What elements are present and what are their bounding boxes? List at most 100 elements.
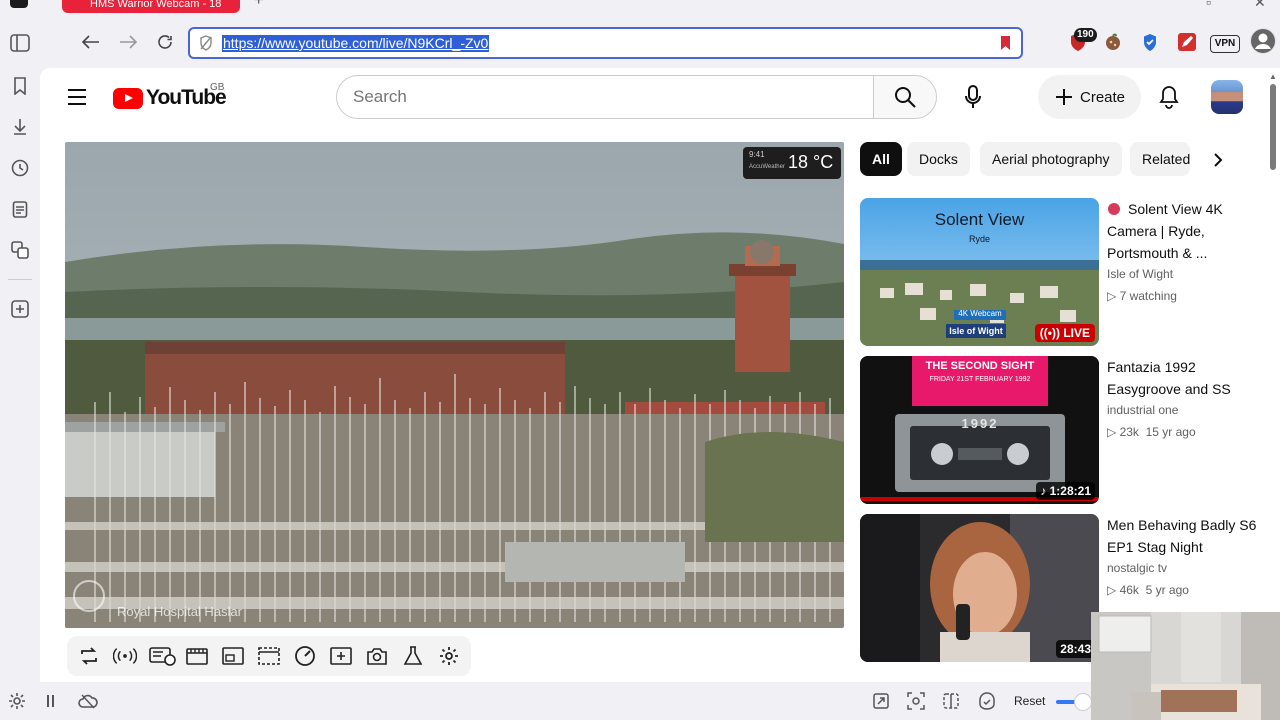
channel-name[interactable]: nostalgic tv xyxy=(1107,561,1267,575)
voice-search-button[interactable] xyxy=(951,75,995,119)
extension-badge: 190 xyxy=(1074,28,1097,42)
weather-temperature: 18 °C xyxy=(788,152,834,172)
cookie-extension-icon[interactable] xyxy=(1102,31,1124,53)
vpn-button[interactable]: VPN xyxy=(1210,35,1240,53)
youtube-logo[interactable]: YouTube xyxy=(113,85,227,111)
expand-icon[interactable] xyxy=(871,691,891,711)
weather-time: 9:41 xyxy=(749,150,765,159)
thumb-tag: 4K Webcam xyxy=(958,309,1002,318)
bookmarks-icon[interactable] xyxy=(8,74,32,98)
film-strip-icon[interactable] xyxy=(185,644,209,668)
youtube-page: YouTube GB Create ▲ xyxy=(40,68,1280,682)
tab-strip: HMS Warrior Webcam - 18 + ▫ ✕ xyxy=(0,0,1280,14)
create-label: Create xyxy=(1080,88,1126,106)
create-button[interactable]: Create xyxy=(1038,75,1141,119)
video-thumbnail[interactable]: 28:43 xyxy=(860,514,1099,662)
picture-in-picture-icon[interactable] xyxy=(221,644,245,668)
bookmark-page-icon[interactable] xyxy=(1000,35,1011,56)
page-scrollbar[interactable] xyxy=(1270,84,1276,170)
video-thumbnail[interactable]: THE SECOND SIGHT FRIDAY 21ST FEBRUARY 19… xyxy=(860,356,1099,504)
sidebar-divider xyxy=(8,279,32,280)
sidebar-toggle-icon[interactable] xyxy=(8,31,32,55)
menu-icon[interactable] xyxy=(66,88,88,108)
add-frame-icon[interactable] xyxy=(329,644,353,668)
video-title[interactable]: Fantazia 1992 Easygroove and SS xyxy=(1107,356,1267,400)
duration-badge: ♪ 1:28:21 xyxy=(1036,482,1095,500)
notifications-icon[interactable] xyxy=(1157,83,1181,111)
live-signal-icon: ((•)) xyxy=(1039,326,1064,340)
chevron-right-icon[interactable] xyxy=(1204,148,1232,172)
translate-icon[interactable] xyxy=(8,238,32,262)
search-button[interactable] xyxy=(873,75,937,119)
record-screen-icon[interactable] xyxy=(149,644,177,668)
playback-speed-icon[interactable] xyxy=(293,644,317,668)
thumb-line-2: FRIDAY 21ST FEBRUARY 1992 xyxy=(929,376,1031,383)
url-text[interactable]: https://www.youtube.com/live/N9KCrl_-Zv0 xyxy=(222,35,490,52)
video-title[interactable]: Men Behaving Badly S6 EP1 Stag Night xyxy=(1107,514,1267,558)
chip-docks[interactable]: Docks xyxy=(907,142,970,176)
settings-gear-icon[interactable] xyxy=(437,644,461,668)
video-tools-bar xyxy=(67,636,471,676)
thumb-tape-label: 1992 xyxy=(961,416,999,431)
chip-aerial-photography[interactable]: Aerial photography xyxy=(980,142,1122,176)
scroll-up-icon[interactable]: ▲ xyxy=(1269,72,1277,81)
account-avatar[interactable] xyxy=(1211,80,1243,114)
live-video-player[interactable]: 9:41 AccuWeather 18 °C Royal Hospital Ha… xyxy=(65,142,844,628)
crop-frame-icon[interactable] xyxy=(257,644,281,668)
panel-toggle-icon[interactable] xyxy=(43,691,63,711)
thumb-logo: Isle of Wight xyxy=(949,326,1003,336)
search-input[interactable] xyxy=(336,75,874,119)
profile-icon[interactable] xyxy=(1250,28,1276,54)
active-tab[interactable]: HMS Warrior Webcam - 18 xyxy=(62,0,240,13)
browser-sidebar xyxy=(0,14,40,720)
restore-window-icon[interactable]: ▫ xyxy=(1206,0,1211,10)
back-icon[interactable] xyxy=(80,30,102,54)
live-indicator-icon xyxy=(1108,203,1120,215)
new-tab-icon[interactable]: + xyxy=(254,0,263,10)
video-title[interactable]: Solent View 4K Camera | Ryde, Portsmouth… xyxy=(1107,198,1267,264)
address-bar[interactable]: https://www.youtube.com/live/N9KCrl_-Zv0 xyxy=(188,27,1023,59)
site-info-icon[interactable] xyxy=(199,35,213,56)
page-actions-icon[interactable] xyxy=(977,691,997,711)
video-meta: ▷ 23k 15 yr ago xyxy=(1107,425,1196,439)
add-panel-icon[interactable] xyxy=(8,297,32,321)
browser-toolbar: https://www.youtube.com/live/N9KCrl_-Zv0… xyxy=(40,14,1280,68)
video-thumbnail[interactable]: Solent View Ryde 4K Webcam Isle of Wight… xyxy=(860,198,1099,346)
screenshot-camera-icon[interactable] xyxy=(365,644,389,668)
plus-icon xyxy=(1056,89,1072,105)
cloud-sync-icon[interactable] xyxy=(78,691,98,711)
play-icon: ▷ xyxy=(1107,289,1120,303)
webcam-harbour-scene xyxy=(65,142,844,628)
recommendation-item[interactable]: THE SECOND SIGHT FRIDAY 21ST FEBRUARY 19… xyxy=(860,356,1280,506)
thumb-title: Solent View xyxy=(934,210,1025,229)
search-icon xyxy=(895,87,916,108)
settings-icon[interactable] xyxy=(7,691,27,711)
tile-layout-icon[interactable] xyxy=(941,691,961,711)
thumb-subtitle: Ryde xyxy=(968,234,990,244)
webcam-preview[interactable] xyxy=(1091,612,1280,720)
weather-brand: AccuWeather xyxy=(749,164,785,170)
shield-extension-icon[interactable] xyxy=(1139,31,1161,53)
chip-all[interactable]: All xyxy=(860,142,902,176)
forward-icon[interactable] xyxy=(117,30,139,54)
reload-icon[interactable] xyxy=(154,30,176,54)
pen-extension-icon[interactable] xyxy=(1176,31,1198,53)
close-window-icon[interactable]: ✕ xyxy=(1254,0,1266,11)
channel-name[interactable]: industrial one xyxy=(1107,403,1267,417)
chip-related[interactable]: Related xyxy=(1130,142,1190,176)
capture-icon[interactable] xyxy=(906,691,926,711)
broadcast-icon[interactable] xyxy=(113,644,137,668)
recommendation-item[interactable]: Solent View Ryde 4K Webcam Isle of Wight… xyxy=(860,198,1280,348)
notes-icon[interactable] xyxy=(8,197,32,221)
play-icon: ▷ xyxy=(1107,425,1120,439)
downloads-icon[interactable] xyxy=(8,115,32,139)
thumb-line-1: THE SECOND SIGHT xyxy=(925,360,1035,372)
channel-name[interactable]: Isle of Wight xyxy=(1107,267,1267,281)
zoom-reset-button[interactable]: Reset xyxy=(1014,694,1045,708)
flask-icon[interactable] xyxy=(401,644,425,668)
history-icon[interactable] xyxy=(8,156,32,180)
music-note-icon: ♪ xyxy=(1040,484,1050,498)
camera-logo-icon xyxy=(73,580,105,612)
zoom-slider-handle[interactable] xyxy=(1074,693,1092,711)
loop-icon[interactable] xyxy=(77,644,101,668)
